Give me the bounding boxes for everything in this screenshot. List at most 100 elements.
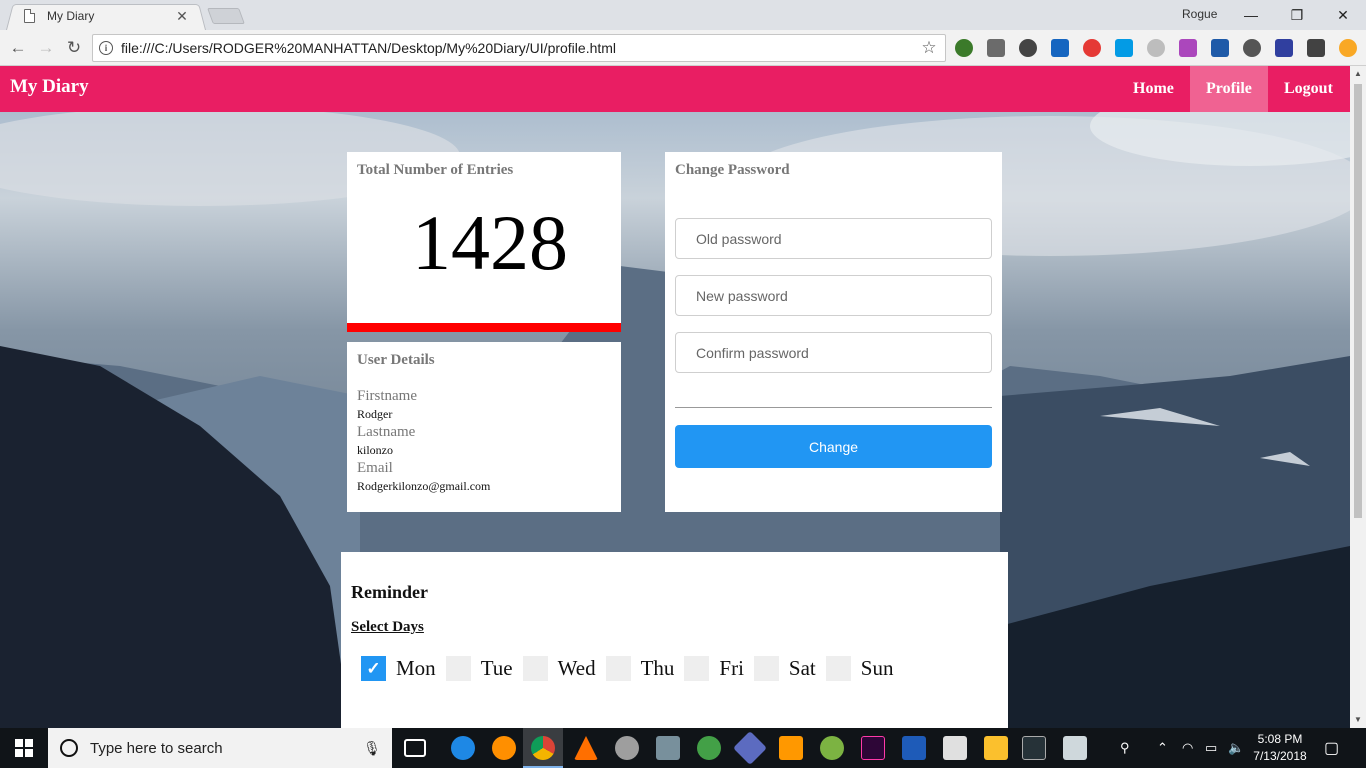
browser-tab-strip: My Diary ✕ Rogue — ❐ ✕ (0, 0, 1366, 30)
windows-start-button[interactable] (0, 728, 48, 768)
forward-arrow-icon[interactable]: → (34, 36, 58, 60)
notifications-icon[interactable]: ▢ (1324, 738, 1339, 758)
close-window-button[interactable]: ✕ (1320, 0, 1366, 30)
extension-mail-icon[interactable] (1051, 39, 1069, 57)
alert-icon[interactable] (1339, 39, 1357, 57)
nav-logout[interactable]: Logout (1268, 66, 1349, 112)
minimize-button[interactable]: — (1228, 0, 1274, 30)
network-app-icon[interactable] (1063, 736, 1087, 760)
taskbar-search-text[interactable]: Type here to search (90, 740, 360, 757)
extension-user-icon[interactable] (1211, 39, 1229, 57)
vlc-icon[interactable] (574, 736, 598, 760)
file-explorer-icon[interactable] (984, 736, 1008, 760)
user-details-card: User Details Firstname Rodger Lastname k… (347, 342, 621, 512)
address-bar[interactable]: i file:///C:/Users/RODGER%20MANHATTAN/De… (92, 34, 946, 62)
change-password-title: Change Password (675, 162, 790, 178)
extension-m-icon[interactable] (1147, 39, 1165, 57)
cortana-icon (60, 739, 78, 757)
wifi-icon[interactable]: ◠ (1182, 740, 1193, 756)
day-label: Mon (396, 656, 436, 680)
checkbox-icon[interactable] (684, 656, 710, 681)
settings-gear-icon[interactable] (615, 736, 639, 760)
checkbox-icon[interactable] (753, 656, 779, 681)
checkbox-icon[interactable] (605, 656, 631, 681)
scrollbar-thumb[interactable] (1354, 84, 1362, 518)
nav-profile[interactable]: Profile (1190, 66, 1268, 112)
git-icon[interactable] (733, 731, 767, 765)
day-fri[interactable]: Fri (684, 656, 744, 681)
checkbox-icon[interactable] (522, 656, 548, 681)
windows-taskbar: Type here to search 🎙 ⚲ ⌃ ◠ ▭ 🔈 5:08 PM … (0, 728, 1366, 768)
scroll-up-arrow-icon[interactable]: ▲ (1350, 66, 1366, 82)
terminal-icon[interactable] (1022, 736, 1046, 760)
new-password-input[interactable] (675, 275, 992, 316)
globe-app-icon[interactable] (697, 736, 721, 760)
extension-bus-icon[interactable] (987, 39, 1005, 57)
day-wed[interactable]: Wed (522, 656, 596, 681)
reload-icon[interactable]: ↻ (62, 36, 86, 60)
select-days-label: Select Days (351, 619, 424, 635)
volume-icon[interactable]: 🔈 (1228, 740, 1244, 756)
info-icon[interactable]: i (99, 41, 113, 55)
extension-window-icon[interactable] (1115, 39, 1133, 57)
taskbar-search[interactable]: Type here to search 🎙 (48, 728, 392, 768)
extension-globe-icon[interactable] (955, 39, 973, 57)
old-password-input[interactable] (675, 218, 992, 259)
adobe-xd-icon[interactable] (861, 736, 885, 760)
day-label: Sat (788, 656, 816, 680)
extension-gear-icon[interactable] (1019, 39, 1037, 57)
checkbox-checked-icon[interactable]: ✓ (361, 656, 386, 681)
day-label: Tue (480, 656, 513, 680)
extension-flag-icon[interactable] (1275, 39, 1293, 57)
tab-close-icon[interactable]: ✕ (174, 8, 190, 25)
nav-home[interactable]: Home (1117, 66, 1190, 112)
battery-icon[interactable]: ▭ (1205, 740, 1217, 756)
scroll-down-arrow-icon[interactable]: ▼ (1350, 712, 1366, 728)
change-password-button[interactable]: Change (675, 425, 992, 468)
lastname-value: kilonzo (357, 443, 393, 457)
extension-download-icon[interactable] (1307, 39, 1325, 57)
chrome-icon[interactable] (531, 736, 555, 760)
extension-doc-icon[interactable] (1179, 39, 1197, 57)
microphone-icon[interactable]: 🎙 (360, 740, 384, 757)
lastname-label: Lastname (357, 424, 416, 440)
day-label: Thu (640, 656, 675, 680)
checkbox-icon[interactable] (825, 656, 851, 681)
photo-viewer-icon[interactable] (656, 736, 680, 760)
edge-icon[interactable] (451, 736, 475, 760)
day-thu[interactable]: Thu (605, 656, 675, 681)
day-sun[interactable]: Sun (825, 656, 893, 681)
page-viewport: My Diary Home Profile Logout Total Numbe… (0, 66, 1350, 728)
brand-logo[interactable]: My Diary (10, 76, 89, 98)
email-label: Email (357, 460, 393, 476)
extension-camera-icon[interactable] (1243, 39, 1261, 57)
bookmark-star-icon[interactable]: ☆ (917, 38, 941, 58)
windows-logo-icon (15, 739, 33, 757)
back-arrow-icon[interactable]: ← (6, 36, 30, 60)
restore-button[interactable]: ❐ (1274, 0, 1320, 30)
extension-block-icon[interactable] (1083, 39, 1101, 57)
day-mon[interactable]: ✓ Mon (361, 656, 436, 681)
reminder-card: Reminder Select Days ✓ Mon Tue Wed Thu F… (341, 552, 1008, 728)
taskbar-clock[interactable]: 5:08 PM 7/13/2018 (1250, 731, 1310, 765)
checkbox-icon[interactable] (445, 656, 471, 681)
task-view-icon[interactable] (404, 739, 426, 757)
day-sat[interactable]: Sat (753, 656, 816, 681)
search-app-icon[interactable] (492, 736, 516, 760)
chevron-up-icon[interactable]: ⌃ (1157, 740, 1168, 756)
confirm-password-input[interactable] (675, 332, 992, 373)
browser-profile-name[interactable]: Rogue (1182, 7, 1217, 21)
address-url[interactable]: file:///C:/Users/RODGER%20MANHATTAN/Desk… (121, 40, 917, 56)
photos-icon[interactable] (943, 736, 967, 760)
people-icon[interactable]: ⚲ (1120, 740, 1130, 756)
word-icon[interactable] (902, 736, 926, 760)
spiral-app-icon[interactable] (820, 736, 844, 760)
browser-tab[interactable]: My Diary ✕ (10, 4, 200, 28)
entries-title: Total Number of Entries (357, 162, 514, 178)
new-tab-button[interactable] (207, 8, 245, 24)
page-scrollbar[interactable]: ▲ ▼ (1350, 66, 1366, 728)
entries-count: 1428 (412, 199, 568, 286)
sublime-text-icon[interactable] (779, 736, 803, 760)
reminder-title: Reminder (351, 582, 428, 602)
day-tue[interactable]: Tue (445, 656, 513, 681)
